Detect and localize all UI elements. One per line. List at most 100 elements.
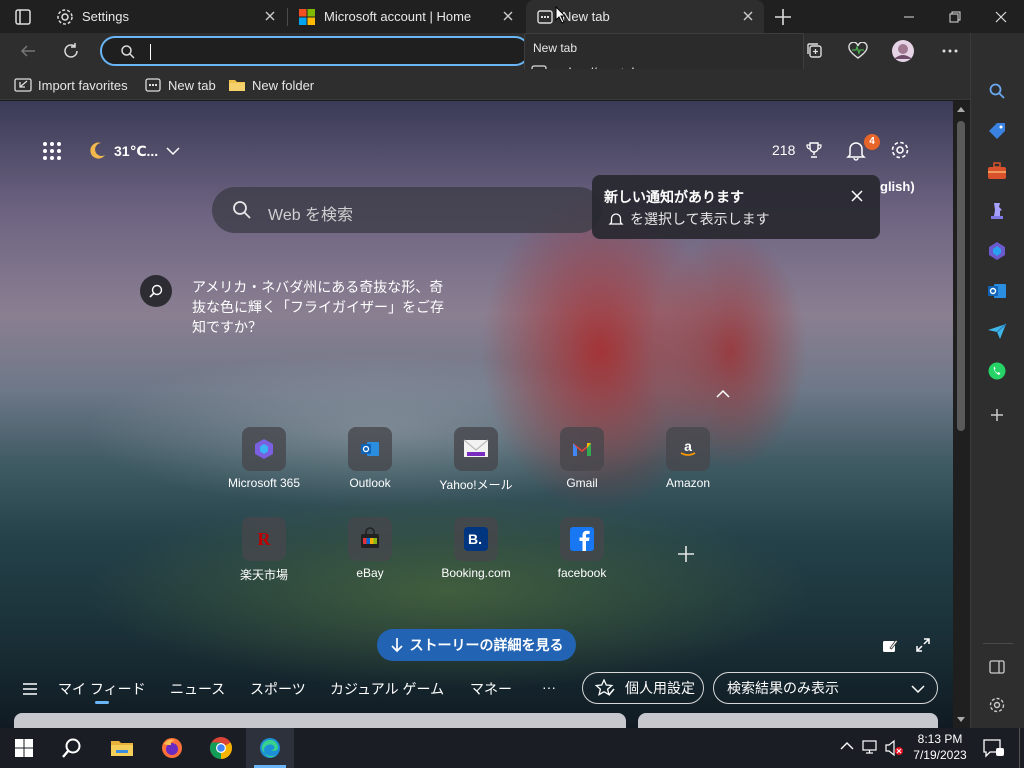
feed-tab-sports[interactable]: スポーツ: [250, 679, 306, 699]
page-settings-gear-icon[interactable]: [890, 140, 910, 160]
favorite-new-folder[interactable]: New folder: [228, 75, 314, 95]
add-quick-link-icon[interactable]: [676, 544, 696, 564]
text-caret: [150, 44, 151, 60]
feed-tab-news[interactable]: ニュース: [170, 679, 225, 699]
microsoft-365-icon[interactable]: [985, 239, 1009, 263]
start-button[interactable]: [0, 728, 48, 768]
sidebar-settings-icon[interactable]: [985, 693, 1009, 717]
close-icon[interactable]: [850, 189, 864, 203]
scroll-down-arrow-icon[interactable]: [957, 717, 965, 722]
see-more-stories-label: ストーリーの詳細を見る: [409, 637, 564, 653]
see-more-stories-button[interactable]: ストーリーの詳細を見る: [377, 629, 576, 661]
action-center-icon[interactable]: [982, 738, 1004, 758]
more-options-icon[interactable]: [935, 36, 965, 66]
sidebar-search-icon[interactable]: [985, 79, 1009, 103]
tools-briefcase-icon[interactable]: [985, 159, 1009, 183]
personalize-label: 個人用設定: [625, 680, 695, 696]
rewards-widget[interactable]: 218: [772, 141, 823, 159]
web-search-box[interactable]: Web を検索: [212, 187, 602, 233]
shopping-tag-icon[interactable]: [985, 119, 1009, 143]
address-bar[interactable]: [100, 36, 530, 66]
feed-more-button[interactable]: ···: [542, 679, 556, 695]
newtab-page-icon: [536, 8, 554, 26]
chevron-up-icon[interactable]: [715, 389, 731, 399]
minimize-button[interactable]: [886, 0, 932, 33]
hide-sidebar-icon[interactable]: [985, 655, 1009, 679]
whatsapp-icon[interactable]: [985, 359, 1009, 383]
tab-actions-menu-icon[interactable]: [14, 8, 32, 26]
profile-avatar[interactable]: [888, 36, 918, 66]
hamburger-menu-icon[interactable]: [22, 682, 38, 696]
feed-tab-my-feed[interactable]: マイ フィード: [58, 679, 146, 699]
close-tab-icon[interactable]: [740, 8, 756, 24]
search-placeholder: Web を検索: [268, 207, 354, 224]
quick-link-facebook[interactable]: facebook: [532, 517, 632, 591]
quick-link-rakuten[interactable]: R 楽天市場: [214, 517, 314, 591]
taskbar-search-icon[interactable]: [48, 728, 96, 768]
app-launcher-icon[interactable]: [42, 141, 62, 161]
page-scrollbar[interactable]: [953, 101, 970, 728]
edit-background-icon[interactable]: [882, 638, 898, 654]
games-chess-icon[interactable]: [985, 199, 1009, 223]
feed-tab-casual-games[interactable]: カジュアル ゲーム: [330, 679, 444, 699]
volume-muted-icon[interactable]: [884, 739, 904, 757]
notification-title: 新しい通知があります: [604, 189, 744, 205]
fact-search-icon[interactable]: [140, 275, 172, 307]
close-tab-icon[interactable]: [500, 8, 516, 24]
chrome-icon[interactable]: [197, 728, 245, 768]
quick-link-label: 楽天市場: [239, 568, 288, 582]
browser-essentials-icon[interactable]: [843, 36, 873, 66]
edge-taskbar-icon[interactable]: [246, 728, 294, 768]
search-icon: [120, 44, 136, 60]
add-sidebar-app-icon[interactable]: [985, 403, 1009, 427]
system-clock[interactable]: 8:13 PM 7/19/2023: [906, 731, 974, 763]
back-button[interactable]: [13, 36, 43, 66]
quick-link-outlook[interactable]: Outlook: [320, 427, 420, 501]
tab-title: Settings: [82, 9, 129, 24]
scroll-up-arrow-icon[interactable]: [957, 107, 965, 112]
close-window-button[interactable]: [978, 0, 1024, 33]
quick-link-yahoo-mail[interactable]: Yahoo!メール: [426, 427, 526, 501]
feed-filter-select[interactable]: 検索結果のみ表示: [713, 672, 938, 704]
personalize-button[interactable]: 個人用設定: [582, 672, 704, 704]
favorite-import[interactable]: Import favorites: [14, 75, 128, 95]
scrollbar-thumb[interactable]: [957, 121, 965, 431]
drop-send-icon[interactable]: [985, 319, 1009, 343]
restore-button[interactable]: [932, 0, 978, 33]
search-icon: [232, 200, 252, 220]
new-tab-page: 31℃... 218 4 Web を検索 glish) 新しい通知があります を…: [0, 101, 953, 728]
firefox-icon[interactable]: [148, 728, 196, 768]
quick-link-booking[interactable]: B. Booking.com: [426, 517, 526, 591]
feed-card[interactable]: [638, 713, 938, 728]
feed-filter-value: 検索結果のみ表示: [727, 680, 839, 696]
favorite-new-tab[interactable]: New tab: [144, 75, 216, 95]
quick-link-amazon[interactable]: a Amazon: [638, 427, 738, 501]
chevron-down-icon: [166, 146, 180, 156]
background-fact-text[interactable]: アメリカ・ネバダ州にある奇抜な形、奇抜な色に輝く「フライガイザー」をご存知ですか…: [192, 277, 454, 337]
booking-icon: B.: [454, 517, 498, 561]
quick-link-ebay[interactable]: eBay: [320, 517, 420, 591]
new-tab-plus-icon[interactable]: [772, 6, 794, 28]
show-desktop-button[interactable]: [1019, 728, 1024, 768]
show-hidden-icons-chevron-icon[interactable]: [840, 741, 854, 751]
close-tab-icon[interactable]: [262, 8, 278, 24]
tab-microsoft-account[interactable]: Microsoft account | Home: [288, 0, 524, 33]
tab-settings[interactable]: Settings: [46, 0, 286, 33]
network-icon[interactable]: [862, 739, 880, 755]
refresh-button[interactable]: [56, 36, 86, 66]
svg-text:a: a: [684, 438, 692, 454]
file-explorer-icon[interactable]: [98, 728, 146, 768]
svg-text:B.: B.: [468, 531, 482, 547]
outlook-icon[interactable]: [985, 279, 1009, 303]
folder-icon: [228, 77, 246, 93]
quick-link-microsoft365[interactable]: Microsoft 365: [214, 427, 314, 501]
quick-link-gmail[interactable]: Gmail: [532, 427, 632, 501]
feed-tab-money[interactable]: マネー: [470, 679, 512, 699]
fullscreen-expand-icon[interactable]: [915, 637, 931, 653]
weather-widget[interactable]: 31℃...: [86, 139, 180, 163]
quick-link-label: Outlook: [349, 476, 391, 490]
collections-icon[interactable]: [800, 36, 830, 66]
yahoo-mail-icon: [454, 427, 498, 471]
quick-link-label: Yahoo!メール: [439, 478, 513, 492]
feed-card[interactable]: [14, 713, 626, 728]
